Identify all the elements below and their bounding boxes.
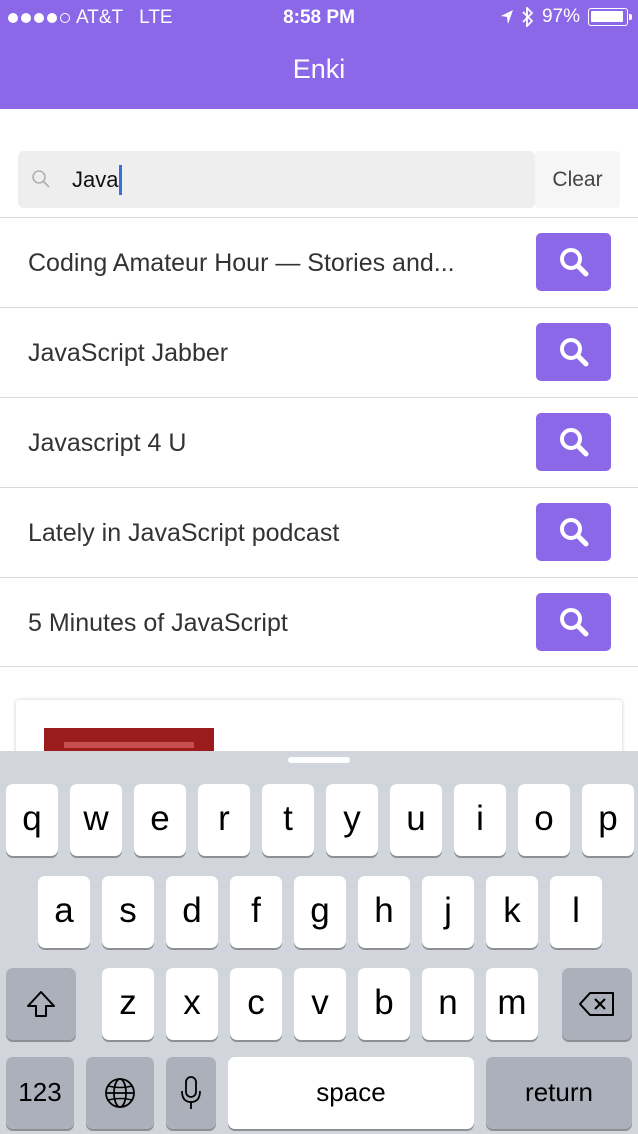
list-item[interactable]: JavaScript Jabber	[0, 307, 638, 397]
key-y[interactable]: y	[326, 784, 378, 856]
microphone-key[interactable]	[166, 1057, 216, 1129]
delete-key[interactable]	[562, 968, 632, 1040]
text-caret	[119, 164, 123, 195]
space-key[interactable]: space	[228, 1057, 474, 1129]
search-icon	[559, 428, 588, 457]
key-u[interactable]: u	[390, 784, 442, 856]
search-icon	[559, 608, 588, 637]
page-title: Enki	[292, 54, 346, 84]
return-key[interactable]: return	[486, 1057, 632, 1129]
shift-key[interactable]	[6, 968, 76, 1040]
key-h[interactable]: h	[358, 876, 410, 948]
key-l[interactable]: l	[550, 876, 602, 948]
search-icon	[559, 518, 588, 547]
results-list: Coding Amateur Hour — Stories and... Jav…	[0, 217, 638, 667]
search-result-button[interactable]	[536, 413, 611, 471]
clear-button[interactable]: Clear	[535, 151, 620, 208]
key-p[interactable]: p	[582, 784, 634, 856]
search-input[interactable]: Java	[72, 151, 123, 208]
key-v[interactable]: v	[294, 968, 346, 1040]
key-i[interactable]: i	[454, 784, 506, 856]
key-w[interactable]: w	[70, 784, 122, 856]
keyboard: q w e r t y u i o p a s d f g h j k l z …	[0, 751, 638, 1134]
search-result-button[interactable]	[536, 503, 611, 561]
key-n[interactable]: n	[422, 968, 474, 1040]
bluetooth-icon	[522, 7, 534, 27]
search-result-button[interactable]	[536, 233, 611, 291]
search-result-button[interactable]	[536, 323, 611, 381]
list-item[interactable]: Coding Amateur Hour — Stories and...	[0, 217, 638, 307]
search-input-text: Java	[72, 167, 119, 192]
key-t[interactable]: t	[262, 784, 314, 856]
result-label: Coding Amateur Hour — Stories and...	[28, 249, 455, 277]
key-e[interactable]: e	[134, 784, 186, 856]
key-o[interactable]: o	[518, 784, 570, 856]
key-r[interactable]: r	[198, 784, 250, 856]
battery-icon	[588, 8, 632, 26]
shift-icon	[27, 991, 55, 1017]
key-j[interactable]: j	[422, 876, 474, 948]
key-m[interactable]: m	[486, 968, 538, 1040]
search-icon	[559, 338, 588, 367]
result-label: Javascript 4 U	[28, 429, 187, 457]
key-z[interactable]: z	[102, 968, 154, 1040]
app-header: AT&T LTE 8:58 PM 97% Enki	[0, 0, 638, 109]
key-b[interactable]: b	[358, 968, 410, 1040]
numbers-key[interactable]: 123	[6, 1057, 74, 1129]
result-label: 5 Minutes of JavaScript	[28, 609, 288, 637]
key-q[interactable]: q	[6, 784, 58, 856]
delete-icon	[579, 992, 614, 1016]
key-s[interactable]: s	[102, 876, 154, 948]
search-icon	[559, 248, 588, 277]
key-f[interactable]: f	[230, 876, 282, 948]
result-label: JavaScript Jabber	[28, 339, 229, 367]
key-x[interactable]: x	[166, 968, 218, 1040]
list-item[interactable]: Javascript 4 U	[0, 397, 638, 487]
globe-icon	[105, 1078, 135, 1108]
key-c[interactable]: c	[230, 968, 282, 1040]
list-item[interactable]: Lately in JavaScript podcast	[0, 487, 638, 577]
key-k[interactable]: k	[486, 876, 538, 948]
globe-key[interactable]	[86, 1057, 154, 1129]
search-result-button[interactable]	[536, 593, 611, 651]
list-item[interactable]: 5 Minutes of JavaScript	[0, 577, 638, 667]
keyboard-handle[interactable]	[288, 757, 350, 763]
result-label: Lately in JavaScript podcast	[28, 519, 340, 547]
search-icon	[32, 170, 50, 188]
key-a[interactable]: a	[38, 876, 90, 948]
microphone-icon	[181, 1076, 201, 1109]
status-bar: AT&T LTE 8:58 PM 97%	[0, 0, 638, 36]
key-g[interactable]: g	[294, 876, 346, 948]
location-arrow-icon	[500, 10, 513, 24]
search-field[interactable]: Java	[18, 151, 535, 208]
key-d[interactable]: d	[166, 876, 218, 948]
battery-percent: 97%	[541, 6, 580, 27]
